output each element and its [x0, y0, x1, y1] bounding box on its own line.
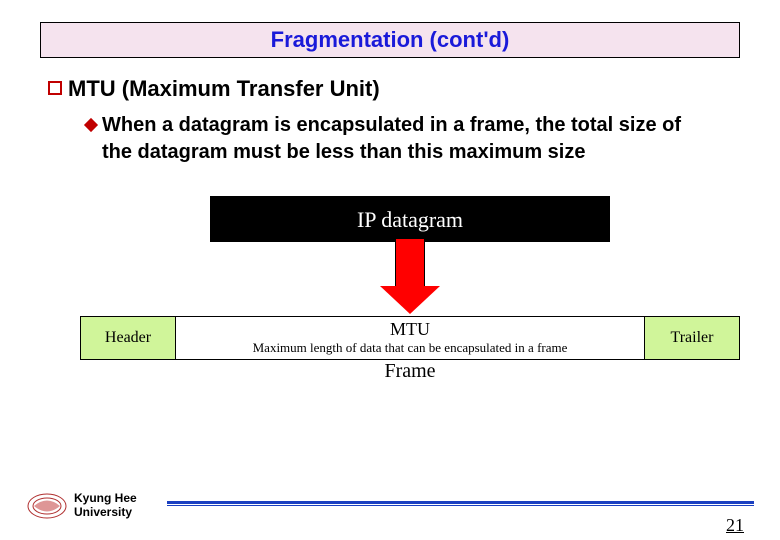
- diamond-bullet-icon: [84, 118, 98, 132]
- mtu-diagram: IP datagram Header MTU Maximum length of…: [80, 196, 740, 396]
- university-line-1: Kyung Hee: [74, 492, 137, 506]
- bullet-1-text: MTU (Maximum Transfer Unit): [68, 76, 380, 102]
- page-number: 21: [726, 515, 744, 536]
- university-name: Kyung Hee University: [74, 492, 137, 520]
- ip-datagram-box: IP datagram: [210, 196, 610, 242]
- footer: Kyung Hee University: [26, 486, 754, 526]
- slide: Fragmentation (cont'd) MTU (Maximum Tran…: [0, 0, 780, 540]
- arrow-head-icon: [380, 286, 440, 314]
- bullet-2-text: When a datagram is encapsulated in a fra…: [102, 112, 710, 166]
- bullet-level-1: MTU (Maximum Transfer Unit): [48, 76, 740, 102]
- bullet-level-2: When a datagram is encapsulated in a fra…: [86, 112, 710, 166]
- frame-trailer-cell: Trailer: [644, 317, 739, 359]
- square-bullet-icon: [48, 81, 62, 95]
- footer-rule: [167, 501, 754, 506]
- frame-row: Header MTU Maximum length of data that c…: [80, 316, 740, 360]
- mtu-title: MTU: [176, 319, 644, 340]
- arrow-down-icon: [395, 238, 425, 288]
- slide-title: Fragmentation (cont'd): [40, 22, 740, 58]
- university-logo-icon: [26, 491, 68, 521]
- frame-mtu-cell: MTU Maximum length of data that can be e…: [176, 317, 644, 359]
- frame-header-cell: Header: [81, 317, 176, 359]
- university-line-2: University: [74, 506, 137, 520]
- mtu-subtitle: Maximum length of data that can be encap…: [176, 340, 644, 356]
- frame-label: Frame: [80, 360, 740, 383]
